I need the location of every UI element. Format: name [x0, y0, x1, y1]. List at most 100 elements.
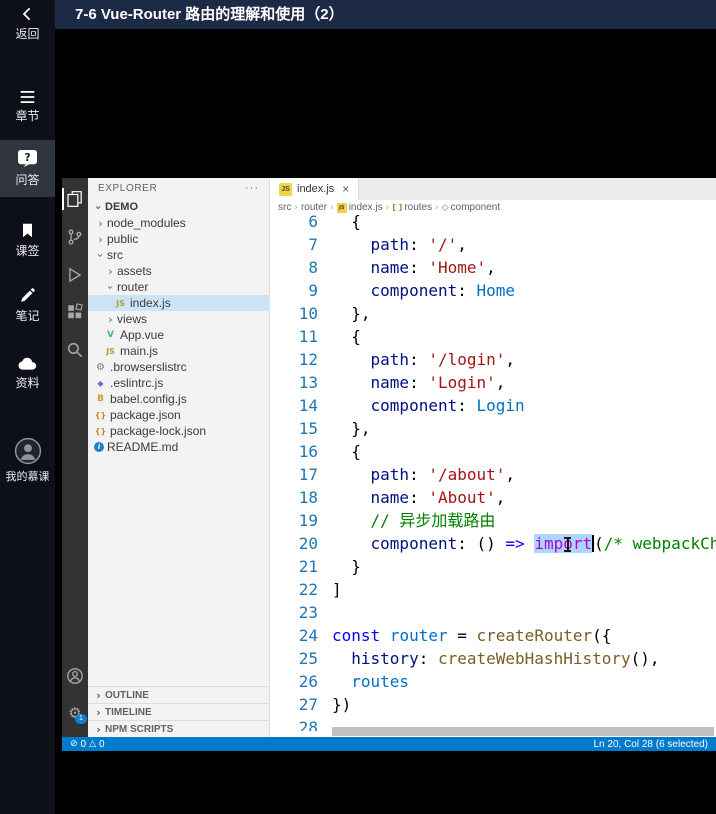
explorer-header: EXPLORER ···: [88, 178, 269, 199]
code-line-12[interactable]: 12 path: '/login',: [270, 348, 716, 371]
cursor-position[interactable]: Ln 20, Col 28 (6 selected): [593, 739, 708, 750]
extensions-icon[interactable]: [66, 303, 84, 321]
code-line-9[interactable]: 9 component: Home: [270, 279, 716, 302]
code-line-8[interactable]: 8 name: 'Home',: [270, 256, 716, 279]
run-debug-icon[interactable]: [66, 266, 84, 284]
tree-item-views[interactable]: › views: [88, 311, 269, 327]
code-line-19[interactable]: 19 // 异步加载路由: [270, 509, 716, 532]
line-number: 23: [298, 603, 318, 622]
breadcrumb-label: router: [300, 202, 328, 213]
close-tab-icon[interactable]: ×: [342, 183, 349, 195]
horizontal-scrollbar[interactable]: [332, 727, 714, 736]
tree-item-package.json[interactable]: {} package.json: [88, 407, 269, 423]
video-frame[interactable]: ⚙ 1 EXPLORER ··· › DEMO › node_modules › pu…: [55, 29, 716, 766]
line-number: 22: [298, 580, 318, 599]
panel-section-npm-scripts[interactable]: › NPM SCRIPTS: [88, 720, 269, 737]
tree-item-router[interactable]: › router: [88, 279, 269, 295]
tree-item-.eslintrc.js[interactable]: ◆ .eslintrc.js: [88, 375, 269, 391]
platform-sidebar: 返回 章节 ? 问答 课签 笔记 资料 我的慕课: [0, 0, 55, 814]
code-line-15[interactable]: 15 },: [270, 417, 716, 440]
account-icon[interactable]: [66, 667, 84, 685]
code-line-18[interactable]: 18 name: 'About',: [270, 486, 716, 509]
sidebar-item-qa[interactable]: ? 问答: [0, 140, 55, 197]
line-number: 24: [298, 626, 318, 645]
breadcrumb-src[interactable]: src: [278, 202, 291, 213]
sidebar-item-materials[interactable]: 资料: [0, 356, 55, 389]
code-line-27[interactable]: 27}): [270, 693, 716, 716]
tree-item-assets[interactable]: › assets: [88, 263, 269, 279]
file-label: main.js: [120, 344, 159, 358]
line-text: const router = createRouter({: [332, 626, 612, 645]
code-line-24[interactable]: 24 const router = createRouter({: [270, 624, 716, 647]
code-line-20[interactable]: 20 component: () => import(/* webpackChu…: [270, 532, 716, 555]
tree-item-src[interactable]: › src: [88, 247, 269, 263]
sidebar-item-profile[interactable]: 我的慕课: [0, 437, 55, 483]
sidebar-item-chapters[interactable]: 章节: [0, 90, 55, 122]
more-actions-icon[interactable]: ···: [245, 178, 259, 199]
tree-item-node_modules[interactable]: › node_modules: [88, 215, 269, 231]
tree-item-babel.config.js[interactable]: Bbabel.config.js: [88, 391, 269, 407]
line-text: history: createWebHashHistory(),: [351, 649, 660, 668]
line-number: 8: [308, 258, 318, 277]
search-icon[interactable]: [66, 341, 84, 359]
code-line-13[interactable]: 13 name: 'Login',: [270, 371, 716, 394]
line-number: 25: [298, 649, 318, 668]
vue-file-icon: V: [107, 330, 114, 340]
code-line-6[interactable]: 6 {: [270, 215, 716, 233]
code-line-7[interactable]: 7 path: '/',: [270, 233, 716, 256]
tab-bar: JS index.js ×: [270, 178, 716, 200]
back-button[interactable]: 返回: [0, 6, 55, 40]
code-line-23[interactable]: 23: [270, 601, 716, 624]
code-line-26[interactable]: 26 routes: [270, 670, 716, 693]
line-number: 20: [298, 534, 318, 553]
breadcrumb-index.js[interactable]: JS index.js: [336, 202, 383, 213]
code-line-14[interactable]: 14 component: Login: [270, 394, 716, 417]
code-line-16[interactable]: 16 {: [270, 440, 716, 463]
line-text: name: 'About',: [370, 488, 506, 507]
json-file-icon: {}: [94, 410, 107, 420]
code-area[interactable]: 6 {7 path: '/', 8 name: 'Home', 9 componen…: [270, 215, 716, 731]
line-text: path: '/login',: [370, 350, 516, 369]
sidebar-item-bookmark[interactable]: 课签: [0, 222, 55, 257]
tree-item-App.vue[interactable]: V App.vue: [88, 327, 269, 343]
code-line-21[interactable]: 21 }: [270, 555, 716, 578]
breadcrumb-separator: ›: [385, 202, 390, 213]
project-root[interactable]: › DEMO: [88, 199, 269, 215]
breadcrumb-label: src: [278, 202, 292, 213]
breadcrumb-router[interactable]: router: [301, 202, 327, 213]
code-line-10[interactable]: 10 },: [270, 302, 716, 325]
tree-item-main.js[interactable]: JS main.js: [88, 343, 269, 359]
explorer-icon[interactable]: [66, 190, 84, 208]
breadcrumb-separator: ›: [294, 202, 298, 213]
breadcrumb-component[interactable]: ◇ component: [442, 202, 500, 213]
sidebar-item-notes[interactable]: 笔记: [0, 287, 55, 322]
chevron-right-icon: ›: [96, 722, 101, 736]
line-number: 19: [298, 511, 318, 530]
tree-item-package-lock.json[interactable]: {} package-lock.json: [88, 423, 269, 439]
panel-section-outline[interactable]: › OUTLINE: [88, 686, 269, 703]
code-line-11[interactable]: 11 {: [270, 325, 716, 348]
js-file-icon: JS: [279, 182, 292, 196]
tree-item-public[interactable]: › public: [88, 231, 269, 247]
line-text: path: '/about',: [370, 465, 516, 484]
tab-indexjs[interactable]: JS index.js ×: [270, 178, 360, 200]
source-control-icon[interactable]: [66, 228, 84, 246]
screen: 返回 章节 ? 问答 课签 笔记 资料 我的慕课 7-6 Vue-Router …: [0, 0, 716, 814]
panel-section-timeline[interactable]: › TIMELINE: [88, 703, 269, 720]
section-label: OUTLINE: [105, 689, 149, 701]
error-count: 0: [80, 738, 87, 750]
profile-label: 我的慕课: [5, 471, 50, 483]
chevron-right-icon: ›: [98, 216, 103, 230]
tree-item-README.md[interactable]: i README.md: [88, 439, 269, 455]
code-line-22[interactable]: 22]: [270, 578, 716, 601]
problems-indicator[interactable]: ⊘ 0 △ 0: [70, 737, 105, 751]
code-line-25[interactable]: 25 history: createWebHashHistory(),: [270, 647, 716, 670]
code-line-17[interactable]: 17 path: '/about',: [270, 463, 716, 486]
section-label: NPM SCRIPTS: [105, 723, 174, 735]
line-number: 15: [298, 419, 318, 438]
tree-item-index.js[interactable]: JS index.js: [88, 295, 269, 311]
breadcrumb: src › router › JS index.js ›[ ] routes › ◇ compone…: [270, 200, 716, 215]
back-arrow-icon: [22, 7, 30, 21]
breadcrumb-routes[interactable]: [ ] routes: [392, 202, 432, 213]
tree-item-.browserslistrc[interactable]: ⚙ .browserslistrc: [88, 359, 269, 375]
